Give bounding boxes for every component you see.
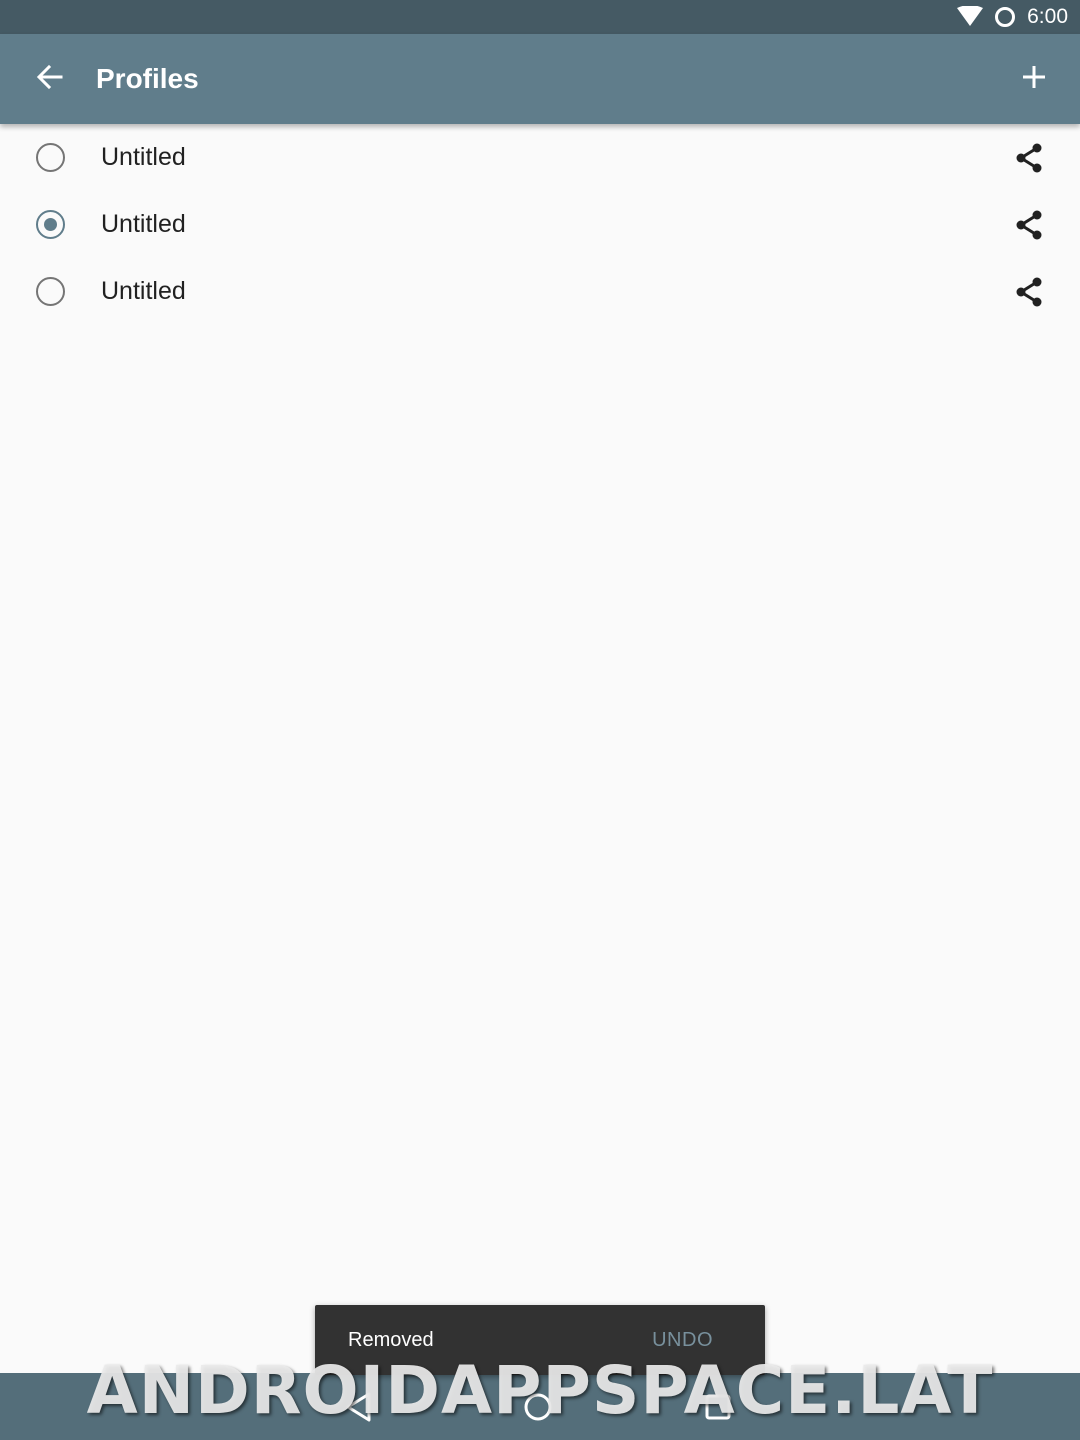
profile-name: Untitled — [101, 210, 186, 238]
nav-back-button[interactable] — [337, 1385, 381, 1429]
snackbar: Removed UNDO — [315, 1305, 765, 1375]
sync-icon — [993, 5, 1017, 29]
snackbar-message: Removed — [348, 1329, 434, 1351]
navigation-bar — [0, 1373, 1080, 1440]
list-item[interactable]: Untitled — [0, 124, 1080, 191]
nav-recents-button[interactable] — [696, 1385, 740, 1429]
share-button[interactable] — [1008, 271, 1050, 313]
list-item[interactable]: Untitled — [0, 258, 1080, 325]
radio-button-selected[interactable] — [36, 210, 65, 239]
plus-icon — [1021, 64, 1047, 95]
page-title: Profiles — [96, 63, 199, 94]
share-button[interactable] — [1008, 137, 1050, 179]
home-circle-icon — [524, 1393, 552, 1421]
profile-name: Untitled — [101, 277, 186, 305]
back-button[interactable] — [22, 51, 78, 107]
profile-list: Untitled Untitled Untitled — [0, 124, 1080, 325]
nav-home-button[interactable] — [516, 1385, 560, 1429]
share-icon — [1016, 210, 1042, 240]
list-item[interactable]: Untitled — [0, 191, 1080, 258]
arrow-back-icon — [36, 63, 64, 96]
profile-name: Untitled — [101, 143, 186, 171]
status-time: 6:00 — [1027, 5, 1068, 28]
recents-square-icon — [705, 1394, 731, 1420]
undo-button[interactable]: UNDO — [652, 1305, 713, 1375]
share-icon — [1016, 143, 1042, 173]
status-bar: 6:00 — [0, 0, 1080, 34]
share-button[interactable] — [1008, 204, 1050, 246]
radio-button[interactable] — [36, 143, 65, 172]
back-triangle-icon — [346, 1392, 371, 1422]
add-profile-button[interactable] — [1006, 51, 1062, 107]
app-bar: Profiles — [0, 34, 1080, 124]
radio-button[interactable] — [36, 277, 65, 306]
wifi-icon — [957, 6, 984, 28]
share-icon — [1016, 277, 1042, 307]
